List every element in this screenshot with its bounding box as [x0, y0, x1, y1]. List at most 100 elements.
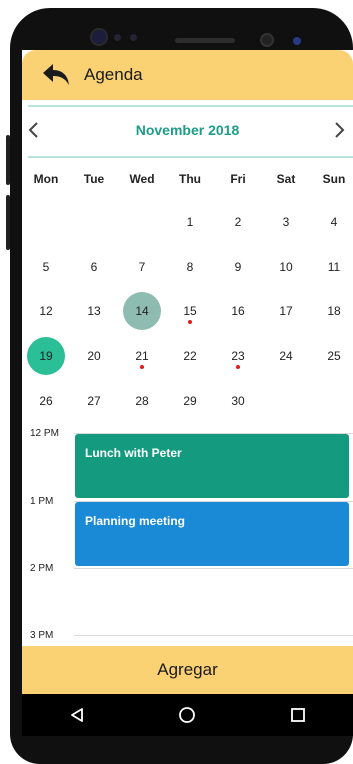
day-number: 6 — [90, 259, 98, 274]
event-indicator-dot — [140, 364, 144, 369]
calendar-day-2[interactable]: 2 — [214, 200, 262, 245]
calendar-day-6[interactable]: 6 — [70, 245, 118, 290]
calendar-day-5[interactable]: 5 — [22, 245, 70, 290]
event-planning-meeting[interactable]: Planning meeting — [75, 502, 349, 566]
page-title: Agenda — [84, 65, 143, 84]
calendar-day-24[interactable]: 24 — [262, 334, 310, 379]
home-circle-icon — [179, 707, 196, 723]
weekday-label: Sat — [276, 172, 296, 186]
calendar-day-10[interactable]: 10 — [262, 245, 310, 290]
system-navigation-bar — [22, 694, 353, 736]
next-month-button[interactable] — [329, 118, 351, 142]
calendar-day-18[interactable]: 18 — [310, 289, 353, 334]
hour-label: 1 PM — [30, 496, 54, 507]
device-frame: Agenda November 2018 Mon Tue Wed Thu Fri — [0, 0, 353, 764]
empty-day-cell — [22, 200, 70, 245]
back-triangle-icon — [71, 708, 84, 722]
empty-day-cell — [262, 378, 310, 423]
calendar-day-20[interactable]: 20 — [70, 334, 118, 379]
weekday-label: Thu — [179, 172, 201, 186]
chevron-right-icon — [335, 122, 345, 138]
empty-day-cell — [118, 200, 166, 245]
calendar-day-26[interactable]: 26 — [22, 378, 70, 423]
day-number: 8 — [186, 259, 194, 274]
calendar-day-8[interactable]: 8 — [166, 245, 214, 290]
day-number: 18 — [327, 304, 341, 319]
calendar-day-25[interactable]: 25 — [310, 334, 353, 379]
day-number: 5 — [42, 259, 50, 274]
empty-day-cell — [310, 378, 353, 423]
event-indicator-dot — [236, 364, 240, 369]
phone-top-sensors — [10, 8, 353, 50]
weekday-label: Fri — [230, 172, 246, 186]
front-camera-icon — [92, 30, 106, 44]
calendar-day-17[interactable]: 17 — [262, 289, 310, 334]
day-number: 10 — [279, 259, 293, 274]
weekday-label: Wed — [129, 172, 155, 186]
hour-label: 2 PM — [30, 563, 54, 574]
calendar-day-29[interactable]: 29 — [166, 378, 214, 423]
calendar-day-4[interactable]: 4 — [310, 200, 353, 245]
day-number: 3 — [282, 215, 290, 230]
month-navigation: November 2018 — [22, 114, 353, 146]
calendar-day-27[interactable]: 27 — [70, 378, 118, 423]
system-recents-button[interactable] — [280, 697, 316, 733]
event-indicator-dot — [188, 320, 192, 325]
calendar-day-14[interactable]: 14 — [118, 289, 166, 334]
day-number: 2 — [234, 215, 242, 230]
calendar-day-13[interactable]: 13 — [70, 289, 118, 334]
hour-line — [74, 635, 353, 636]
calendar-day-16[interactable]: 16 — [214, 289, 262, 334]
day-number: 14 — [135, 304, 149, 319]
day-number: 28 — [135, 393, 149, 408]
calendar-day-23[interactable]: 23 — [214, 334, 262, 379]
month-title: November 2018 — [135, 122, 240, 138]
add-button[interactable]: Agregar — [22, 646, 353, 694]
day-number: 22 — [183, 349, 197, 364]
empty-day-cell — [70, 200, 118, 245]
recents-square-icon — [290, 708, 305, 722]
day-number: 21 — [135, 349, 149, 364]
calendar-day-3[interactable]: 3 — [262, 200, 310, 245]
calendar-day-11[interactable]: 11 — [310, 245, 353, 290]
day-number: 26 — [39, 393, 53, 408]
weekday-header: Mon Tue Wed Thu Fri Sat Sun — [22, 172, 353, 192]
event-lunch-with-peter[interactable]: Lunch with Peter — [75, 434, 349, 498]
day-number: 4 — [330, 215, 338, 230]
proximity-sensor-icon — [262, 35, 272, 45]
weekday-label: Tue — [83, 172, 105, 186]
system-back-button[interactable] — [59, 697, 95, 733]
calendar-day-7[interactable]: 7 — [118, 245, 166, 290]
calendar-day-21[interactable]: 21 — [118, 334, 166, 379]
sensor-dot-icon — [114, 34, 121, 41]
day-number: 15 — [183, 304, 197, 319]
calendar-day-12[interactable]: 12 — [22, 289, 70, 334]
app-screen: Agenda November 2018 Mon Tue Wed Thu Fri — [22, 50, 353, 694]
day-number: 20 — [87, 349, 101, 364]
day-number: 17 — [279, 304, 293, 319]
day-number: 24 — [279, 349, 293, 364]
calendar-day-15[interactable]: 15 — [166, 289, 214, 334]
calendar-day-22[interactable]: 22 — [166, 334, 214, 379]
calendar-day-30[interactable]: 30 — [214, 378, 262, 423]
system-home-button[interactable] — [169, 697, 205, 733]
calendar-day-28[interactable]: 28 — [118, 378, 166, 423]
day-number: 11 — [327, 259, 341, 274]
day-number: 30 — [231, 393, 245, 408]
calendar-day-9[interactable]: 9 — [214, 245, 262, 290]
back-arrow-icon — [43, 64, 69, 85]
day-number: 27 — [87, 393, 101, 408]
weekday-label: Sun — [322, 172, 346, 186]
day-number: 25 — [327, 349, 341, 364]
back-button[interactable] — [36, 55, 76, 95]
earpiece-speaker — [175, 38, 235, 43]
iris-sensor-icon — [293, 37, 301, 45]
calendar-day-1[interactable]: 1 — [166, 200, 214, 245]
hour-label: 3 PM — [30, 630, 54, 641]
day-timeline: 12 PM 1 PM 2 PM 3 PM Lunch with Peter Pl… — [22, 426, 353, 641]
day-number: 7 — [138, 259, 146, 274]
day-number: 13 — [87, 304, 101, 319]
app-header: Agenda — [22, 50, 353, 100]
volume-up-button — [6, 135, 10, 185]
calendar-day-19[interactable]: 19 — [22, 334, 70, 379]
